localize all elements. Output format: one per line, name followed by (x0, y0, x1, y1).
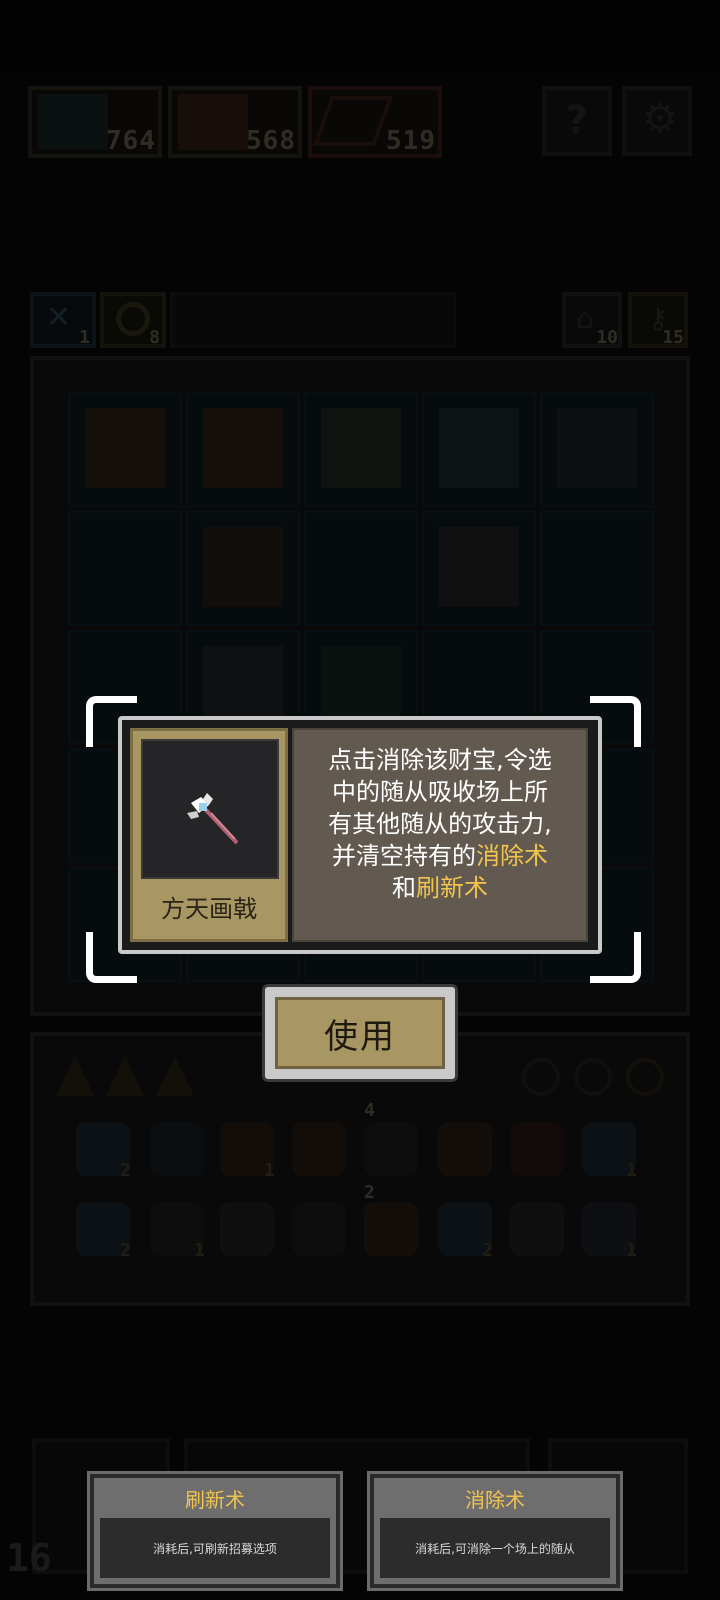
card-desc-box: 消耗后,可消除一个场上的随从 (380, 1518, 610, 1578)
card-description: 消耗后,可刷新招募选项 (153, 1541, 277, 1556)
item-image-frame (141, 739, 279, 879)
description-text: 中的随从吸收场上所 (332, 778, 548, 806)
description-line: 有其他随从的攻击力, (294, 808, 586, 840)
halberd-icon (187, 793, 239, 845)
use-button[interactable]: 使用 (262, 984, 458, 1082)
card-title: 刷新术 (185, 1488, 245, 1512)
card-description: 消耗后,可消除一个场上的随从 (415, 1541, 575, 1556)
highlighted-keyword: 刷新术 (416, 874, 488, 902)
use-button-face: 使用 (275, 997, 445, 1069)
description-text: 并清空持有的 (332, 842, 476, 870)
use-button-label: 使用 (324, 1016, 396, 1057)
item-card: 方天画戟 (130, 728, 288, 942)
item-description: 点击消除该财宝,令选 中的随从吸收场上所 有其他随从的攻击力, 并清空持有的消除术 和刷… (294, 744, 586, 904)
description-line: 和刷新术 (294, 872, 586, 904)
item-description-panel: 点击消除该财宝,令选 中的随从吸收场上所 有其他随从的攻击力, 并清空持有的消除术 和刷… (292, 728, 588, 942)
highlighted-keyword: 消除术 (476, 842, 548, 870)
description-text: 点击消除该财宝,令选 (328, 746, 552, 774)
item-tooltip: 方天画戟 点击消除该财宝,令选 中的随从吸收场上所 有其他随从的攻击力, 并清空持有的… (118, 716, 602, 954)
remove-spell-card[interactable]: 消除术 消耗后,可消除一个场上的随从 (367, 1471, 623, 1591)
description-text: 和 (392, 874, 416, 902)
item-name: 方天画戟 (161, 895, 257, 923)
card-desc-box: 消耗后,可刷新招募选项 (100, 1518, 330, 1578)
refresh-spell-card[interactable]: 刷新术 消耗后,可刷新招募选项 (87, 1471, 343, 1591)
card-title: 消除术 (465, 1488, 525, 1512)
description-text: 有其他随从的攻击力, (328, 810, 552, 838)
description-line: 点击消除该财宝,令选 (294, 744, 586, 776)
description-line: 中的随从吸收场上所 (294, 776, 586, 808)
description-line: 并清空持有的消除术 (294, 840, 586, 872)
